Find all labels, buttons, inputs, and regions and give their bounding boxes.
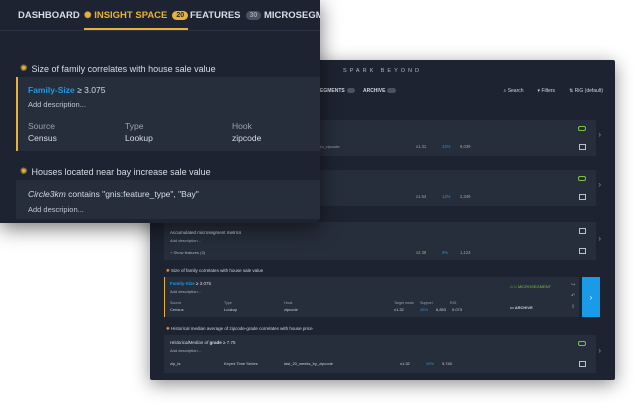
card-actions: ↪ ↶ ⇪ bbox=[569, 277, 579, 317]
rig-selector[interactable]: ⇅ RiG (default) bbox=[569, 88, 603, 94]
type-label: Type bbox=[125, 121, 144, 131]
archive-icon[interactable] bbox=[579, 361, 586, 367]
add-description[interactable]: Add description... bbox=[170, 289, 201, 294]
microsegment-icon[interactable] bbox=[578, 176, 586, 181]
open-detail-button[interactable]: › bbox=[582, 277, 600, 317]
tab-features[interactable]: FEATURES 30 bbox=[190, 0, 262, 30]
section-title: ✺ Historical median average of zipcode-g… bbox=[166, 326, 313, 331]
feature-name[interactable]: Family-Size bbox=[170, 281, 195, 286]
hook-value: zipcode bbox=[232, 133, 262, 143]
add-description[interactable]: Add descripion... bbox=[28, 205, 84, 214]
insight-count-badge: 20 bbox=[172, 10, 189, 20]
feature-condition: ≥ 3.075 bbox=[196, 281, 212, 286]
add-description[interactable]: Add description... bbox=[170, 238, 201, 243]
lift-value: x1.54 bbox=[416, 194, 427, 199]
insight-card[interactable]: Accumulated microsegment metrics Add des… bbox=[164, 222, 574, 260]
feature-name[interactable]: Family-Size bbox=[28, 85, 75, 95]
archive-icon[interactable] bbox=[579, 144, 586, 150]
tab-dashboard[interactable]: DASHBOARD bbox=[18, 0, 80, 30]
card-actions bbox=[574, 335, 596, 373]
insight-title: ✺ Size of family correlates with house sa… bbox=[20, 63, 216, 74]
show-features-link[interactable]: + Show features (3) bbox=[170, 250, 205, 255]
filters-button[interactable]: ▾ Filters bbox=[538, 88, 556, 94]
lightbulb-icon: ✺ bbox=[84, 9, 92, 20]
hook-value: _to_zipcode bbox=[318, 144, 340, 149]
count-value: 1,123 bbox=[460, 250, 471, 255]
export-icon[interactable]: ⇪ bbox=[571, 304, 575, 310]
card-actions bbox=[574, 170, 596, 206]
lightbulb-icon: ✺ bbox=[166, 268, 170, 273]
main-nav: DASHBOARD ✺ INSIGHT SPACE 20 FEATURES 30 M… bbox=[0, 0, 320, 30]
lightbulb-icon: ✺ bbox=[166, 326, 170, 331]
section-title: ✺ Size of family correlates with house s… bbox=[166, 268, 264, 273]
selection-indicator bbox=[16, 77, 18, 151]
feature-condition: contains "gnis:feature_type", "Bay" bbox=[68, 189, 199, 199]
feature-condition: ≥ 7.75 bbox=[223, 340, 236, 345]
archive-icon[interactable] bbox=[579, 248, 586, 254]
tab-microsegments[interactable]: MICROSEGMENT bbox=[264, 0, 320, 30]
type-value: Lookup bbox=[125, 133, 153, 143]
card-actions bbox=[574, 120, 596, 156]
lightbulb-icon: ✺ bbox=[20, 166, 28, 176]
add-description[interactable]: Add description... bbox=[170, 348, 201, 353]
support-value: 6% bbox=[442, 250, 449, 255]
source-label: Source bbox=[28, 121, 55, 131]
insight-card[interactable]: HistoricalMedian of grade ≥ 7.75 Add des… bbox=[164, 335, 574, 373]
features-count-badge: 30 bbox=[245, 10, 262, 20]
support-value: 42% bbox=[442, 144, 451, 149]
feature-function: Circle3km bbox=[28, 189, 66, 199]
feature-name: grade bbox=[209, 340, 222, 345]
hook-label: Hook bbox=[232, 121, 252, 131]
tab-segments[interactable]: EGMENTS bbox=[320, 88, 355, 94]
card-title: Accumulated microsegment metrics bbox=[170, 230, 242, 235]
archive-button[interactable]: ▭ ARCHIVE bbox=[510, 305, 533, 310]
microsegment-icon[interactable] bbox=[578, 126, 586, 131]
insight-card-expanded[interactable]: Family-Size ≥ 3.075 Add description... S… bbox=[164, 277, 569, 317]
microsegment-button[interactable]: ⊂⊃ MICROSEGMENT bbox=[510, 284, 551, 289]
column-values: zip_ts Keyed Time Series last_20_weeks_b… bbox=[170, 361, 453, 366]
chevron-right-icon[interactable]: › bbox=[598, 346, 601, 355]
card-actions bbox=[574, 222, 596, 260]
archive-icon[interactable] bbox=[579, 194, 586, 200]
count-value: 8,039 bbox=[460, 144, 471, 149]
search-button[interactable]: ⌕ Search bbox=[503, 88, 523, 94]
add-description[interactable]: Add description... bbox=[28, 100, 86, 109]
column-headers: Source Type Hook Target mean Support RIG bbox=[170, 301, 457, 305]
feature-function: HistoricalMedian of bbox=[170, 340, 209, 345]
insight-title: ✺ Houses located near bay increase sale v… bbox=[20, 166, 211, 177]
insight-card[interactable]: Family-Size ≥ 3.075 Add description... S… bbox=[16, 77, 320, 151]
column-values: Census Lookup zipcode x1.32 45% 6,853 0.… bbox=[170, 307, 463, 312]
insight-card[interactable]: Circle3km contains "gnis:feature_type", … bbox=[16, 180, 320, 219]
front-window: DASHBOARD ✺ INSIGHT SPACE 20 FEATURES 30 M… bbox=[0, 0, 320, 223]
lift-value: x2.38 bbox=[416, 250, 427, 255]
microsegment-icon[interactable] bbox=[578, 341, 586, 346]
undo-icon[interactable]: ↶ bbox=[571, 293, 575, 299]
share-icon[interactable]: ↪ bbox=[571, 282, 575, 288]
tab-insight-space[interactable]: ✺ INSIGHT SPACE 20 bbox=[84, 0, 189, 30]
lift-value: x1.31 bbox=[416, 144, 427, 149]
chevron-right-icon[interactable]: › bbox=[598, 234, 601, 243]
feature-condition: ≥ 3.075 bbox=[77, 85, 106, 95]
nav-divider bbox=[0, 30, 320, 31]
edit-icon[interactable] bbox=[579, 228, 586, 234]
lightbulb-icon: ✺ bbox=[20, 63, 28, 73]
support-value: 12% bbox=[442, 194, 451, 199]
chevron-right-icon[interactable]: › bbox=[598, 130, 601, 139]
archive-count-badge bbox=[387, 88, 396, 93]
count-value: 2,349 bbox=[460, 194, 471, 199]
chevron-right-icon[interactable]: › bbox=[598, 180, 601, 189]
segments-count-badge bbox=[346, 88, 355, 93]
source-value: Census bbox=[28, 133, 57, 143]
selection-indicator bbox=[164, 277, 165, 317]
tab-archive[interactable]: ARCHIVE bbox=[363, 88, 396, 94]
